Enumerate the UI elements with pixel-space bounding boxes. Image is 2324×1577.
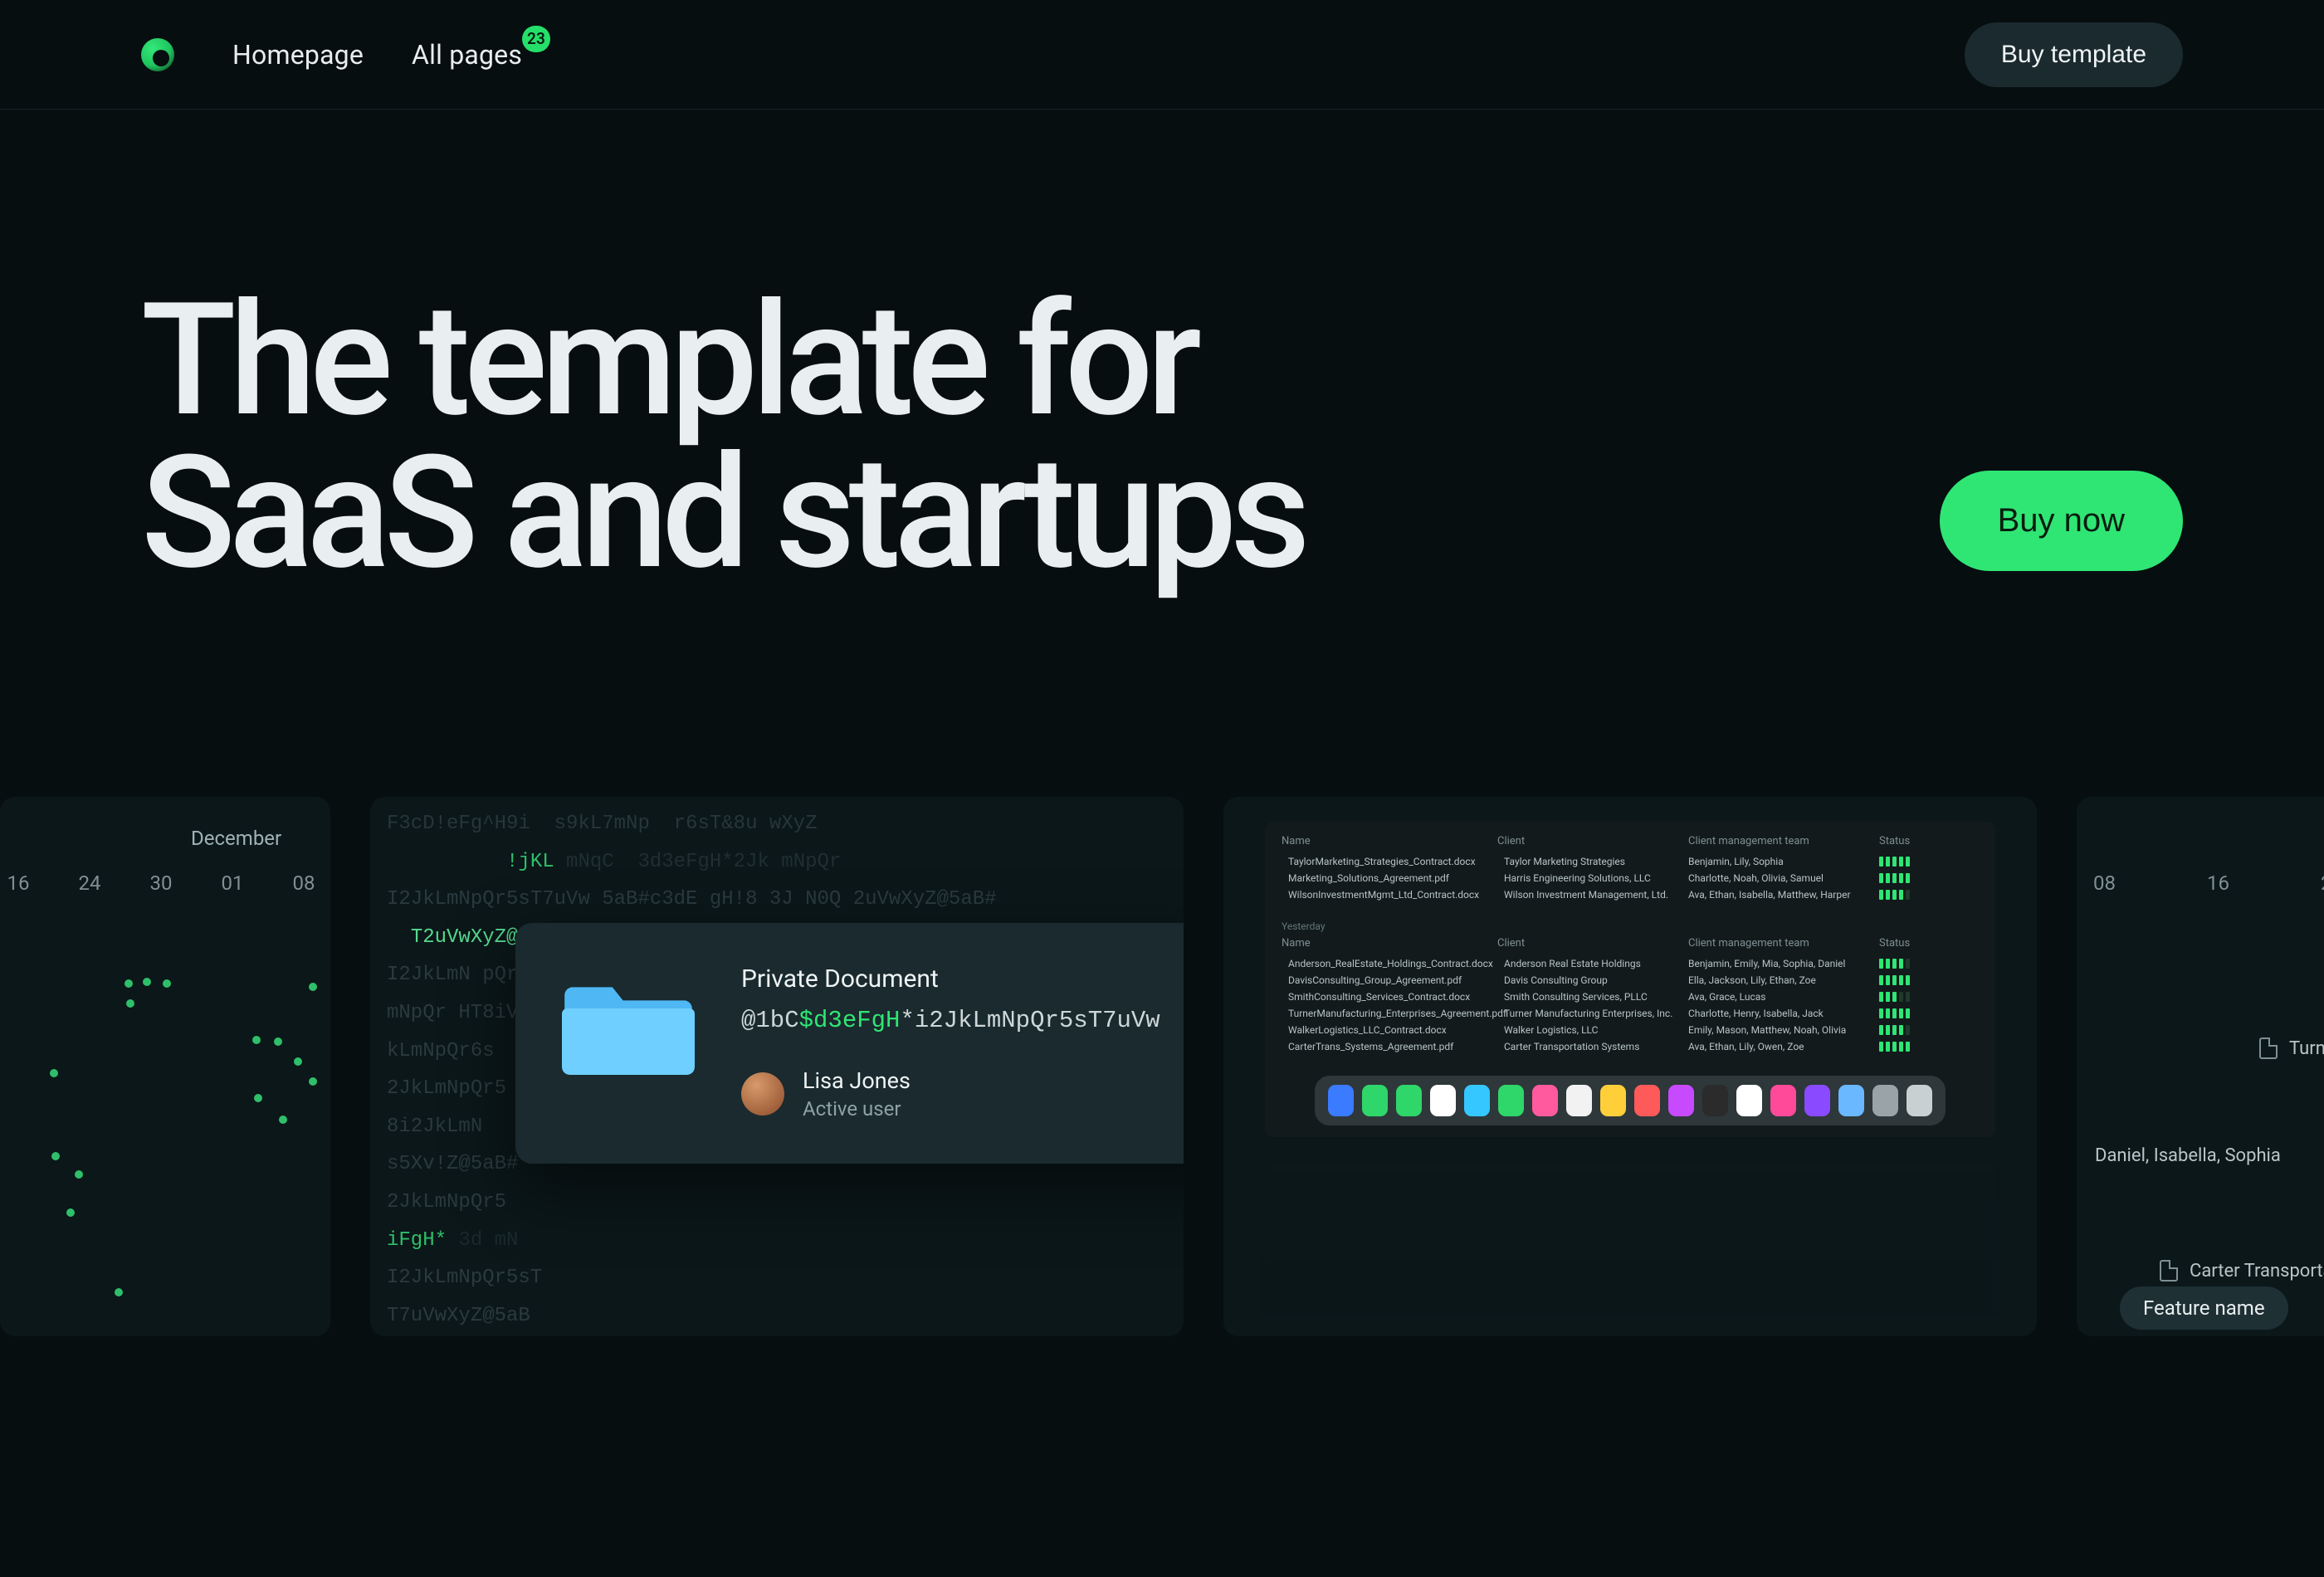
user-name: Lisa Jones <box>803 1067 911 1094</box>
user-status: Active user <box>803 1097 911 1120</box>
axis-tick: 30 <box>148 872 174 895</box>
axis-tick: 16 <box>5 872 32 895</box>
document-icon <box>2160 1260 2178 1282</box>
desktop-reflection <box>1265 1162 1995 1311</box>
feature-card-calendar: December 16 24 30 01 08 <box>0 797 330 1336</box>
nav-link-homepage[interactable]: Homepage <box>232 39 364 71</box>
dock-app-icon[interactable] <box>1464 1085 1490 1116</box>
dock-app-icon[interactable] <box>1430 1085 1456 1116</box>
dock-app-icon[interactable] <box>1566 1085 1592 1116</box>
th-client: Client <box>1497 835 1688 847</box>
dock-app-icon[interactable] <box>1634 1085 1660 1116</box>
file-chip: Turner M <box>2259 1038 2324 1059</box>
table-row: WilsonInvestmentMgmt_Ltd_Contract.docx W… <box>1282 889 1979 901</box>
dock-app-icon[interactable] <box>1498 1085 1524 1116</box>
axis-tick: 16 <box>2207 872 2229 895</box>
dock-app-icon[interactable] <box>1532 1085 1558 1116</box>
hero-title: The template for SaaS and startups <box>141 284 1304 589</box>
dock-app-icon[interactable] <box>1907 1085 1932 1116</box>
table-row: DavisConsulting_Group_Agreement.pdf Davi… <box>1282 974 1979 986</box>
axis-right: 08 16 24 3 <box>2093 872 2324 895</box>
table-row: TaylorMarketing_Strategies_Contract.docx… <box>1282 856 1979 867</box>
table-header: Name Client Client management team Statu… <box>1282 835 1979 847</box>
document-hash: @1bC$d3eFgH*i2JkLmNpQr5sT7uVw <box>741 1007 1184 1034</box>
th-team: Client management team <box>1688 835 1879 847</box>
axis-tick: 01 <box>219 872 246 895</box>
dock-app-icon[interactable] <box>1328 1085 1354 1116</box>
axis-tick: 24 <box>76 872 103 895</box>
dock-app-icon[interactable] <box>1600 1085 1626 1116</box>
buy-now-button[interactable]: Buy now <box>1940 471 2183 571</box>
dock-app-icon[interactable] <box>1804 1085 1830 1116</box>
dock-app-icon[interactable] <box>1702 1085 1728 1116</box>
nav-link-all-pages[interactable]: All pages 23 <box>412 39 522 71</box>
th-status: Status <box>1879 835 1954 847</box>
table-subheader: Yesterday <box>1282 920 1979 932</box>
dock-app-icon[interactable] <box>1838 1085 1864 1116</box>
file-chip: Carter Transportation Systems <box>2160 1260 2324 1282</box>
feature-name-pill[interactable]: Feature name <box>2120 1286 2288 1330</box>
feature-card-strip: December 16 24 30 01 08 <box>0 797 2324 1336</box>
feature-card-document: F3cD!eFg^H9i s9kL7mNp r6sT&8u wXyZ !jKL … <box>370 797 1184 1336</box>
brand-logo[interactable] <box>141 38 174 71</box>
dock-app-icon[interactable] <box>1872 1085 1898 1116</box>
nav-links: Homepage All pages 23 <box>232 39 522 71</box>
hero-line-2: SaaS and startups <box>141 422 1304 604</box>
axis-tick: 08 <box>290 872 317 895</box>
th-name: Name <box>1282 835 1497 847</box>
document-icon <box>2259 1038 2278 1059</box>
dock-app-icon[interactable] <box>1396 1085 1422 1116</box>
calendar-dots <box>0 913 330 1336</box>
dock-app-icon[interactable] <box>1736 1085 1762 1116</box>
table-header-2: Name Client Client management team Statu… <box>1282 937 1979 950</box>
table-section-2: Anderson_RealEstate_Holdings_Contract.do… <box>1282 958 1979 1052</box>
avatar <box>741 1072 784 1116</box>
buy-template-button[interactable]: Buy template <box>1965 22 2183 87</box>
dock-app-icon[interactable] <box>1668 1085 1694 1116</box>
feature-card-files: 08 16 24 3 Turner M Daniel, Isabella, So… <box>2077 797 2324 1336</box>
hero: The template for SaaS and startups Buy n… <box>0 110 2324 589</box>
feature-card-desktop: Name Client Client management team Statu… <box>1223 797 2037 1336</box>
macos-dock <box>1315 1076 1946 1125</box>
top-nav: Homepage All pages 23 Buy template <box>0 0 2324 110</box>
table-row: Marketing_Solutions_Agreement.pdf Harris… <box>1282 872 1979 884</box>
folder-icon <box>562 968 695 1076</box>
document-title: Private Document <box>741 964 1184 994</box>
table-section-1: TaylorMarketing_Strategies_Contract.docx… <box>1282 856 1979 901</box>
calendar-month-label: December <box>191 827 281 850</box>
document-panel: Private Document @1bC$d3eFgH*i2JkLmNpQr5… <box>515 923 1184 1164</box>
dock-app-icon[interactable] <box>1770 1085 1796 1116</box>
dock-app-icon[interactable] <box>1362 1085 1388 1116</box>
nav-link-label: All pages <box>412 39 522 71</box>
axis-tick: 08 <box>2093 872 2116 895</box>
table-row: CarterTrans_Systems_Agreement.pdf Carter… <box>1282 1041 1979 1052</box>
calendar-axis: 16 24 30 01 08 <box>0 872 317 895</box>
table-row: Anderson_RealEstate_Holdings_Contract.do… <box>1282 958 1979 969</box>
axis-tick: 24 <box>2321 872 2324 895</box>
table-row: SmithConsulting_Services_Contract.docx S… <box>1282 991 1979 1003</box>
pages-count-badge: 23 <box>522 26 550 52</box>
team-names: Daniel, Isabella, Sophia <box>2095 1145 2281 1166</box>
document-user: Lisa Jones Active user <box>741 1067 1184 1120</box>
table-row: WalkerLogistics_LLC_Contract.docx Walker… <box>1282 1024 1979 1036</box>
table-row: TurnerManufacturing_Enterprises_Agreemen… <box>1282 1008 1979 1019</box>
